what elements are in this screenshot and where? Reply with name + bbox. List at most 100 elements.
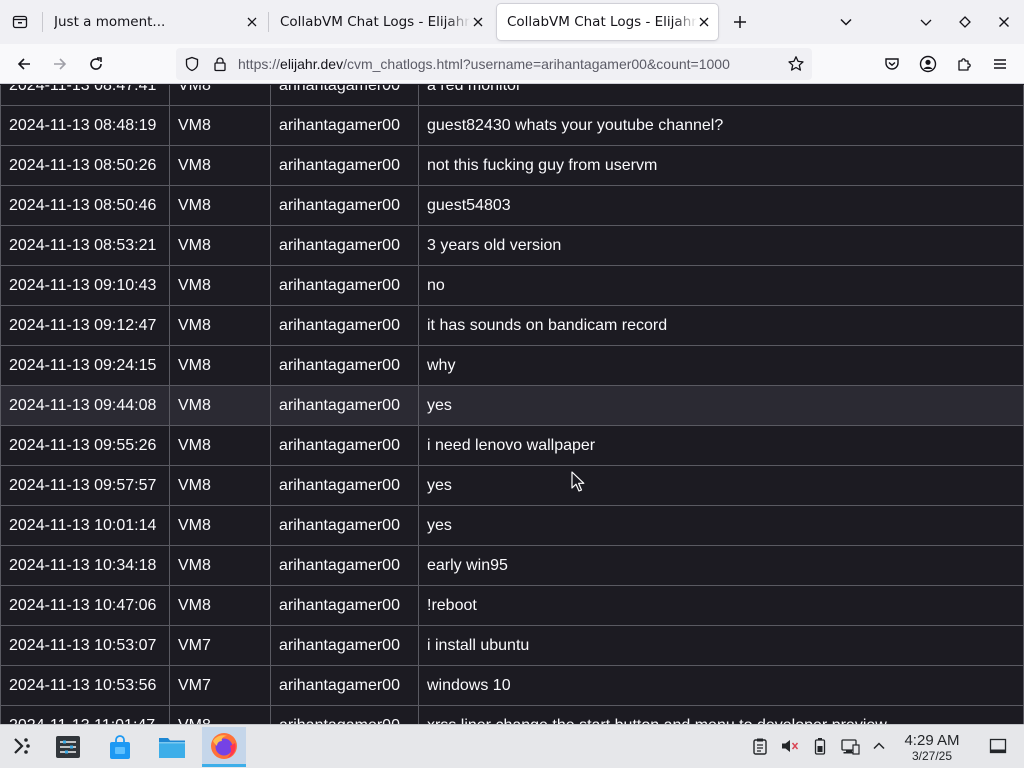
firefox-taskbar-button[interactable] xyxy=(202,727,246,767)
tab-just-a-moment[interactable]: Just a moment... xyxy=(44,4,266,40)
system-settings-button[interactable] xyxy=(46,727,90,767)
vm-cell: VM7 xyxy=(169,665,271,706)
table-row: 2024-11-13 10:47:06 VM8 arihantagamer00 !re… xyxy=(0,585,1024,626)
application-launcher-button[interactable] xyxy=(0,727,44,767)
message-cell: i need lenovo wallpaper xyxy=(418,425,1024,466)
firefox-view-button[interactable] xyxy=(6,8,34,36)
username-cell: arihantagamer00 xyxy=(270,185,419,226)
username-cell: arihantagamer00 xyxy=(270,305,419,346)
message-cell: not this fucking guy from uservm xyxy=(418,145,1024,186)
lock-icon[interactable] xyxy=(212,56,228,76)
taskbar: 4:29 AM 3/27/25 xyxy=(0,724,1024,768)
settings-sliders-icon xyxy=(56,736,80,758)
digital-clock[interactable]: 4:29 AM 3/27/25 xyxy=(896,732,968,763)
timestamp-cell: 2024-11-13 09:10:43 xyxy=(0,265,170,306)
vm-cell: VM8 xyxy=(169,305,271,346)
bookmark-page-button[interactable] xyxy=(782,50,810,78)
show-desktop-icon xyxy=(989,738,1007,754)
username-cell: arihantagamer00 xyxy=(270,145,419,186)
username-cell: arihantagamer00 xyxy=(270,665,419,706)
reload-button[interactable] xyxy=(82,50,110,78)
close-tab-icon[interactable] xyxy=(470,14,486,30)
url-text[interactable]: https://elijahr.dev/cvm_chatlogs.html?us… xyxy=(238,56,778,72)
username-cell: arihantagamer00 xyxy=(270,425,419,466)
clipboard-tray-button[interactable] xyxy=(749,735,771,757)
show-hidden-icons-button[interactable] xyxy=(868,735,890,757)
battery-icon xyxy=(814,738,826,755)
vm-cell: VM8 xyxy=(169,585,271,626)
username-cell: arihantagamer00 xyxy=(270,705,419,724)
message-cell: no xyxy=(418,265,1024,306)
new-tab-button[interactable] xyxy=(726,8,754,36)
vm-cell: VM8 xyxy=(169,465,271,506)
table-row: 2024-11-13 08:50:26 VM8 arihantagamer00 not… xyxy=(0,145,1024,186)
mouse-cursor-icon xyxy=(571,471,585,492)
table-row: 2024-11-13 08:50:46 VM8 arihantagamer00 gue… xyxy=(0,185,1024,226)
network-wired-icon xyxy=(841,739,860,755)
username-cell: arihantagamer00 xyxy=(270,225,419,266)
tab-title: CollabVM Chat Logs - Elijahr's xyxy=(507,14,697,30)
message-cell: yes xyxy=(418,385,1024,426)
timestamp-cell: 2024-11-13 10:01:14 xyxy=(0,505,170,546)
navigation-toolbar: https://elijahr.dev/cvm_chatlogs.html?us… xyxy=(0,44,1024,84)
maximize-icon xyxy=(959,16,971,28)
url-host: elijahr.dev xyxy=(280,56,344,72)
battery-tray-button[interactable] xyxy=(809,735,831,757)
address-bar[interactable]: https://elijahr.dev/cvm_chatlogs.html?us… xyxy=(176,48,812,80)
vm-cell: VM7 xyxy=(169,625,271,666)
tab-title: Just a moment... xyxy=(54,14,166,30)
table-row: 2024-11-13 09:57:57 VM8 arihantagamer00 yes xyxy=(0,465,1024,506)
timestamp-cell: 2024-11-13 10:47:06 xyxy=(0,585,170,626)
forward-button[interactable] xyxy=(46,50,74,78)
message-cell: yes xyxy=(418,465,1024,506)
discover-button[interactable] xyxy=(98,727,142,767)
tab-collabvm-chat-logs-1[interactable]: CollabVM Chat Logs - Elijahr's xyxy=(270,4,492,40)
clock-date: 3/27/25 xyxy=(911,749,953,763)
username-cell: arihantagamer00 xyxy=(270,585,419,626)
username-cell: arihantagamer00 xyxy=(270,505,419,546)
page-content: 2024-11-13 08:47:41 VM8 arihantagamer00 a r… xyxy=(0,85,1024,724)
timestamp-cell: 2024-11-13 08:48:19 xyxy=(0,105,170,146)
show-desktop-button[interactable] xyxy=(987,735,1009,757)
vm-cell: VM8 xyxy=(169,545,271,586)
tracking-protection-icon[interactable] xyxy=(184,56,200,76)
username-cell: arihantagamer00 xyxy=(270,265,419,306)
back-button[interactable] xyxy=(10,50,38,78)
close-window-button[interactable] xyxy=(990,8,1018,36)
message-cell: early win95 xyxy=(418,545,1024,586)
clipboard-icon xyxy=(753,738,767,755)
message-cell: windows 10 xyxy=(418,665,1024,706)
table-row: 2024-11-13 11:01:47VM8arihantagamer00xrs… xyxy=(0,705,1024,724)
message-cell: guest82430 whats your youtube channel? xyxy=(418,105,1024,146)
network-tray-button[interactable] xyxy=(839,735,861,757)
username-cell: arihantagamer00 xyxy=(270,625,419,666)
close-tab-icon[interactable] xyxy=(696,14,712,30)
vm-cell: VM8 xyxy=(169,105,271,146)
volume-tray-button[interactable] xyxy=(779,735,801,757)
message-cell: !reboot xyxy=(418,585,1024,626)
timestamp-cell: 2024-11-13 09:55:26 xyxy=(0,425,170,466)
close-tab-icon[interactable] xyxy=(244,14,260,30)
store-bag-icon xyxy=(110,735,130,759)
timestamp-cell: 2024-11-13 09:12:47 xyxy=(0,305,170,346)
pocket-button[interactable] xyxy=(878,50,906,78)
list-all-tabs-button[interactable] xyxy=(832,8,860,36)
dolphin-file-manager-button[interactable] xyxy=(150,727,194,767)
minimize-window-button[interactable] xyxy=(912,8,940,36)
chevron-down-icon xyxy=(840,18,852,26)
timestamp-cell: 2024-11-13 09:44:08 xyxy=(0,385,170,426)
maximize-window-button[interactable] xyxy=(951,8,979,36)
vm-cell: VM8 xyxy=(169,425,271,466)
url-path: /cvm_chatlogs.html?username=arihantagame… xyxy=(343,56,730,72)
timestamp-cell: 2024-11-13 09:57:57 xyxy=(0,465,170,506)
extensions-button[interactable] xyxy=(950,50,978,78)
account-button[interactable] xyxy=(914,50,942,78)
message-cell: 3 years old version xyxy=(418,225,1024,266)
arrow-right-icon xyxy=(54,58,67,70)
star-icon xyxy=(788,56,804,71)
tab-collabvm-chat-logs-2[interactable]: CollabVM Chat Logs - Elijahr's xyxy=(497,4,718,40)
folder-icon xyxy=(159,738,185,758)
username-cell: arihantagamer00 xyxy=(270,465,419,506)
kde-launcher-icon xyxy=(14,738,30,754)
app-menu-button[interactable] xyxy=(986,50,1014,78)
